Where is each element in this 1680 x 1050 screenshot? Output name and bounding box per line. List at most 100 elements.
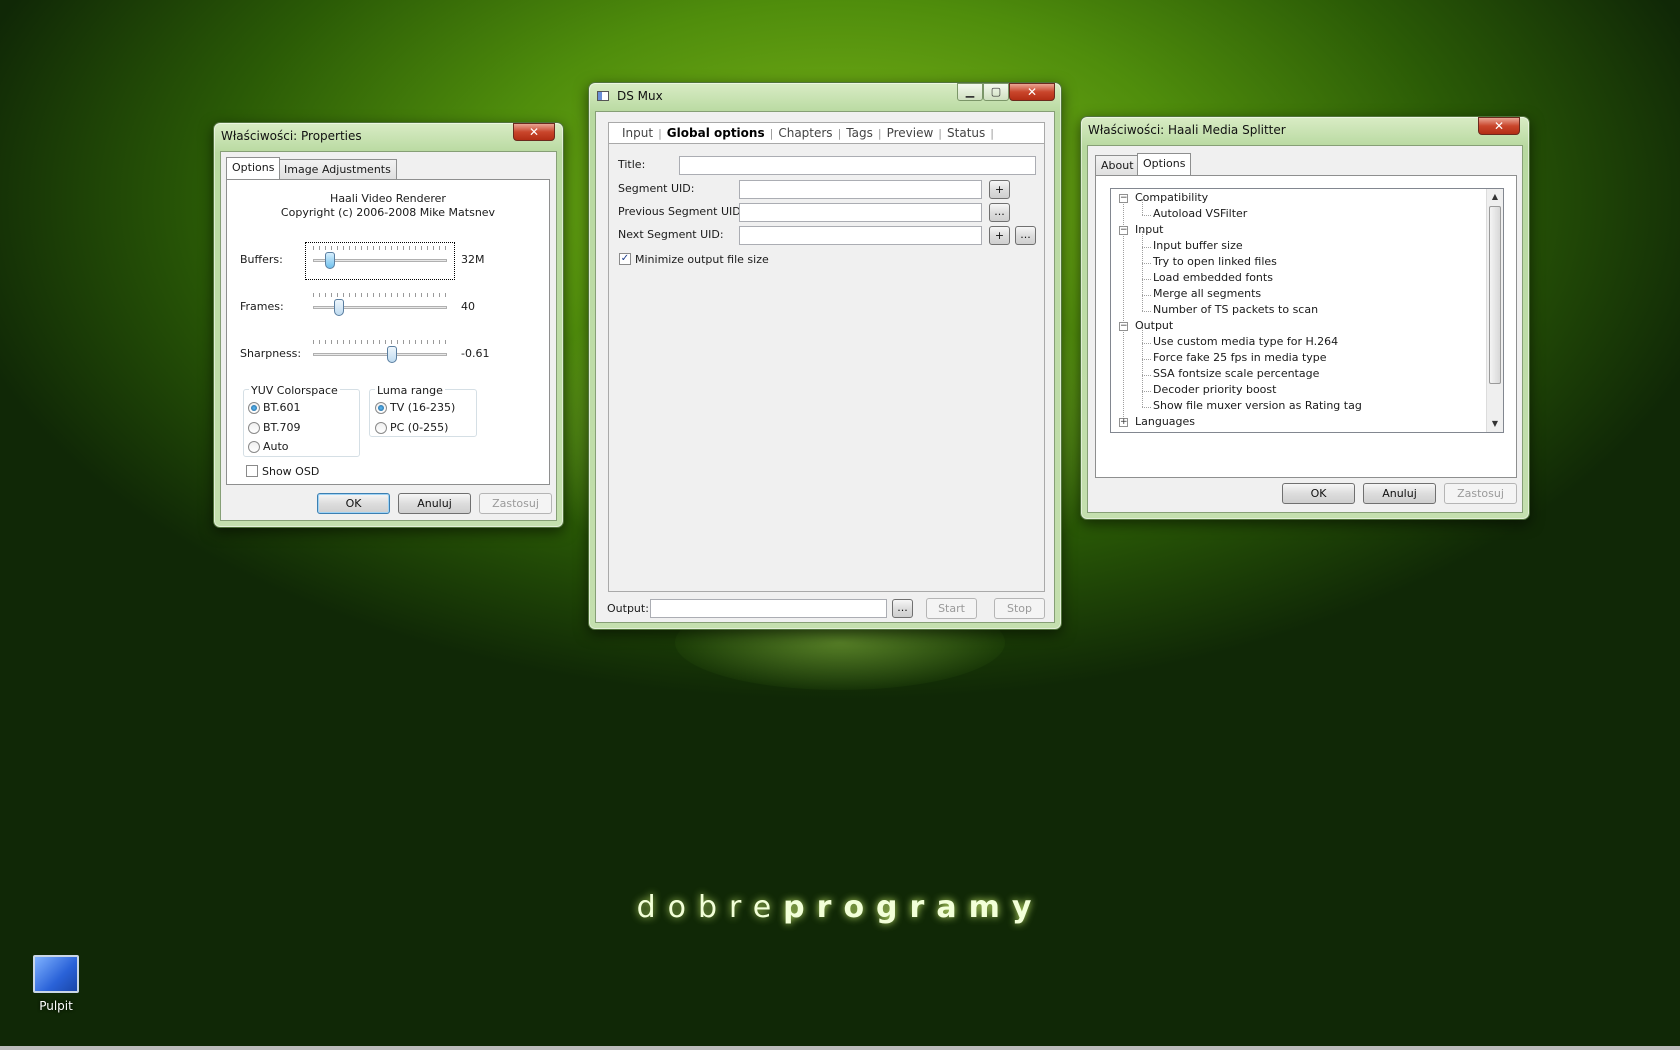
next-segment-uid-input[interactable] [739,226,982,245]
desktop-icon-label: Pulpit [39,999,73,1013]
show-osd-checkbox[interactable] [246,465,258,477]
tab-haali-options-label: Options [1143,157,1186,170]
dsmux-title: DS Mux [617,89,663,103]
tab-about[interactable]: About [1095,155,1140,175]
tree-leaf[interactable]: Try to open linked files [1153,255,1277,268]
tree-item-label: Try to open linked files [1153,255,1277,268]
tree-item-label: Force fake 25 fps in media type [1153,351,1327,364]
dsmux-tabbar: Input | Global options | Chapters | Tags | Previ… [608,122,1045,144]
tree-leaf[interactable]: Force fake 25 fps in media type [1153,351,1327,364]
frames-slider-thumb[interactable] [334,299,345,316]
show-osd-label: Show OSD [262,465,320,478]
tree-leaf[interactable]: Autoload VSFilter [1153,207,1247,220]
title-input[interactable] [679,156,1036,175]
tree-leaf[interactable]: Load embedded fonts [1153,271,1273,284]
tree-node[interactable]: Languages [1135,415,1195,428]
tree-leaf[interactable]: Decoder priority boost [1153,383,1276,396]
haali-close-button[interactable]: ✕ [1478,117,1520,135]
cancel-button[interactable]: Anuluj [398,493,471,514]
tree-item-label: Show file muxer version as Rating tag [1153,399,1362,412]
frames-label: Frames: [240,300,284,313]
settings-tree: Compatibility − Autoload VSFilter Input − Inp… [1110,188,1504,433]
sharpness-slider-track[interactable] [313,353,447,356]
stop-button[interactable]: Stop [994,598,1045,619]
haali-options-page: Compatibility − Autoload VSFilter Input − Inp… [1095,175,1517,478]
radio-pc-range[interactable] [375,422,387,434]
prev-segment-uid-browse-button[interactable]: ... [989,203,1010,222]
properties-titlebar[interactable]: Właściwości: Properties ✕ [214,123,563,149]
output-input[interactable] [650,599,887,618]
tab-separator: | [990,127,994,140]
radio-bt601-label: BT.601 [263,401,301,414]
apply-button[interactable]: Zastosuj [479,493,552,514]
collapse-icon[interactable]: − [1119,322,1128,331]
dsmux-titlebar[interactable]: DS Mux ▁ ▢ ✕ [589,83,1061,109]
dsmux-tab-preview[interactable]: Preview [882,126,939,140]
minimize-button[interactable]: ▁ [957,83,983,101]
tab-haali-options[interactable]: Options [1137,153,1192,175]
next-segment-uid-plus-button[interactable]: + [989,226,1010,245]
radio-bt709[interactable] [248,422,260,434]
start-button[interactable]: Start [926,598,977,619]
dsmux-client: Input | Global options | Chapters | Tags | Previ… [595,111,1055,623]
wallpaper-brand: dobreprogramy [0,890,1680,925]
minimize-output-checkbox[interactable]: ✓ [619,253,631,265]
tree-node[interactable]: Output [1135,319,1173,332]
tree-connector [1142,215,1151,216]
collapse-icon[interactable]: − [1119,194,1128,203]
sharpness-value: -0.61 [461,347,490,360]
haali-ok-button[interactable]: OK [1282,483,1355,504]
tree-leaf[interactable]: Number of TS packets to scan [1153,303,1318,316]
tab-about-label: About [1101,159,1134,172]
tree-connector [1142,263,1143,279]
dsmux-window: DS Mux ▁ ▢ ✕ Input | Global options | Chapte… [588,82,1062,630]
properties-close-button[interactable]: ✕ [513,123,555,141]
scroll-up-icon[interactable]: ▲ [1487,189,1503,205]
scroll-thumb[interactable] [1489,206,1501,384]
desktop-icon-pulpit[interactable]: Pulpit [28,955,84,1013]
yuv-colorspace-label: YUV Colorspace [249,384,340,397]
maximize-button[interactable]: ▢ [983,83,1009,101]
dsmux-close-button[interactable]: ✕ [1009,83,1055,101]
radio-bt601[interactable] [248,402,260,414]
haali-titlebar[interactable]: Właściwości: Haali Media Splitter ✕ [1081,117,1529,143]
dsmux-tab-status[interactable]: Status [942,126,990,140]
tree-connector [1142,247,1151,248]
tab-options[interactable]: Options [226,157,281,179]
tab-image-adjustments[interactable]: Image Adjustments [278,159,397,179]
next-segment-uid-browse-button[interactable]: ... [1015,226,1036,245]
radio-bt709-label: BT.709 [263,421,301,434]
haali-cancel-button[interactable]: Anuluj [1363,483,1436,504]
haali-apply-button[interactable]: Zastosuj [1444,483,1517,504]
properties-title: Właściwości: Properties [221,129,362,143]
segment-uid-plus-button[interactable]: + [989,180,1010,199]
tree-node[interactable]: Compatibility [1135,191,1208,204]
tree-connector [1142,343,1151,344]
expand-icon[interactable]: + [1119,418,1128,427]
tree-leaf[interactable]: Merge all segments [1153,287,1261,300]
radio-tv-range[interactable] [375,402,387,414]
radio-auto[interactable] [248,441,260,453]
tree-leaf[interactable]: Use custom media type for H.264 [1153,335,1338,348]
dsmux-tab-input[interactable]: Input [617,126,658,140]
output-browse-button[interactable]: ... [892,599,913,618]
collapse-icon[interactable]: − [1119,226,1128,235]
prev-segment-uid-input[interactable] [739,203,982,222]
ok-button[interactable]: OK [317,493,390,514]
dsmux-tab-global-options[interactable]: Global options [662,126,770,140]
tree-scrollbar[interactable]: ▲ ▼ [1486,189,1503,432]
dsmux-tab-chapters[interactable]: Chapters [773,126,837,140]
scroll-down-icon[interactable]: ▼ [1487,416,1503,432]
brand-part1: dobre [636,890,784,925]
tree-leaf[interactable]: Show file muxer version as Rating tag [1153,399,1362,412]
segment-uid-input[interactable] [739,180,982,199]
dsmux-tab-tags[interactable]: Tags [841,126,878,140]
radio-tv-range-label: TV (16-235) [390,401,456,414]
tree-leaf[interactable]: Input buffer size [1153,239,1243,252]
tree-connector [1142,375,1143,391]
buffers-slider-thumb[interactable] [325,252,336,269]
tree-leaf[interactable]: SSA fontsize scale percentage [1153,367,1319,380]
sharpness-slider-thumb[interactable] [387,346,398,363]
output-label: Output: [607,602,649,615]
tree-node[interactable]: Input [1135,223,1163,236]
